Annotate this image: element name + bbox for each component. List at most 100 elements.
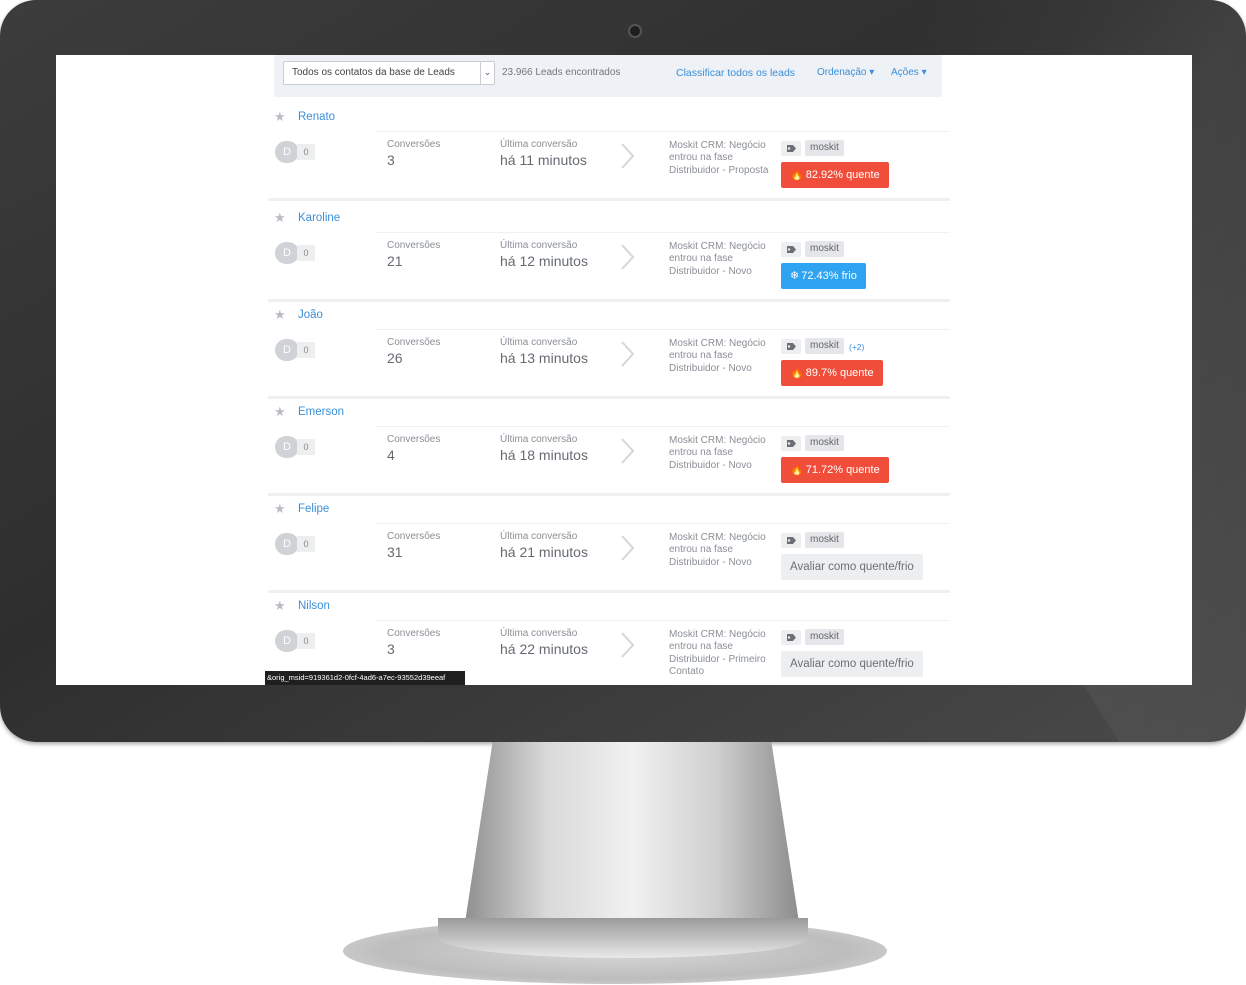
temperature-label: 71.72% quente <box>805 464 880 476</box>
conversions-label: Conversões <box>387 139 441 150</box>
tag-badge[interactable]: moskit <box>805 338 844 354</box>
tag-badge[interactable]: moskit <box>805 532 844 548</box>
tag-badge[interactable]: moskit <box>805 140 844 156</box>
row-divider <box>376 232 950 233</box>
actions-dropdown[interactable]: Ações ▾ <box>891 67 927 78</box>
lead-score: D 0 <box>275 141 315 163</box>
conversions-value: 26 <box>387 350 403 366</box>
row-divider <box>376 426 950 427</box>
tag-badge[interactable]: moskit <box>805 435 844 451</box>
filter-select[interactable]: Todos os contatos da base de Leads ⌄ <box>283 61 495 85</box>
last-conversion-value: há 18 minutos <box>500 447 588 463</box>
star-icon[interactable]: ★ <box>274 404 286 420</box>
conversions-value: 31 <box>387 544 403 560</box>
conversions-value: 3 <box>387 641 395 657</box>
tag-extra-count[interactable]: (+2) <box>849 342 864 352</box>
leads-toolbar: Todos os contatos da base de Leads ⌄ 23.… <box>274 55 942 97</box>
tag-icon <box>781 630 801 645</box>
temperature-label: 72.43% frio <box>801 270 857 282</box>
temperature-button[interactable]: ❄ 72.43% frio <box>781 263 866 289</box>
temperature-button[interactable]: Avaliar como quente/frio <box>781 554 923 580</box>
last-conversion-value: há 12 minutos <box>500 253 588 269</box>
star-icon[interactable]: ★ <box>274 501 286 517</box>
lead-name-link[interactable]: Emerson <box>298 406 344 418</box>
last-conversion-label: Última conversão <box>500 337 578 348</box>
temperature-button[interactable]: 🔥 71.72% quente <box>781 457 889 483</box>
tag-badge[interactable]: moskit <box>805 241 844 257</box>
camera-icon <box>628 24 642 38</box>
lead-header: ★ Renato <box>268 104 950 132</box>
chevron-down-icon: ⌄ <box>480 62 494 84</box>
star-icon[interactable]: ★ <box>274 109 286 125</box>
ordering-dropdown[interactable]: Ordenação ▾ <box>817 67 874 78</box>
star-icon[interactable]: ★ <box>274 307 286 323</box>
row-divider <box>376 131 950 132</box>
avatar: D <box>275 436 299 458</box>
score-value: 0 <box>297 245 315 261</box>
avatar: D <box>275 141 299 163</box>
tag-icon <box>781 436 801 451</box>
lead-row: ★ Karoline D 0 Conversões 21 Última conv… <box>268 205 950 302</box>
temperature-button[interactable]: Avaliar como quente/frio <box>781 651 923 677</box>
conversions-label: Conversões <box>387 628 441 639</box>
chevron-right-icon <box>621 244 635 270</box>
avatar: D <box>275 533 299 555</box>
classify-all-link[interactable]: Classificar todos os leads <box>676 67 795 79</box>
last-conversion-label: Última conversão <box>500 628 578 639</box>
crm-stage-text: Moskit CRM: Negócio entrou na fase Distr… <box>669 140 769 176</box>
lead-score: D 0 <box>275 533 315 555</box>
crm-stage-text: Moskit CRM: Negócio entrou na fase Distr… <box>669 241 766 277</box>
conversions-label: Conversões <box>387 337 441 348</box>
tag-icon <box>781 339 801 354</box>
conversions-label: Conversões <box>387 240 441 251</box>
star-icon[interactable]: ★ <box>274 598 286 614</box>
temperature-label: Avaliar como quente/frio <box>790 658 914 670</box>
tag-icon <box>781 242 801 257</box>
crm-stage-text: Moskit CRM: Negócio entrou na fase Distr… <box>669 338 766 374</box>
filter-select-value: Todos os contatos da base de Leads <box>292 67 455 78</box>
temperature-label: 82.92% quente <box>805 169 880 181</box>
temperature-label: 89.7% quente <box>805 367 874 379</box>
lead-row: ★ Felipe D 0 Conversões 31 Última conver… <box>268 496 950 593</box>
temperature-button[interactable]: 🔥 89.7% quente <box>781 360 883 386</box>
last-conversion-label: Última conversão <box>500 240 578 251</box>
avatar: D <box>275 339 299 361</box>
lead-name-link[interactable]: Nilson <box>298 600 330 612</box>
conversions-label: Conversões <box>387 434 441 445</box>
row-divider <box>376 620 950 621</box>
lead-header: ★ Karoline <box>268 205 950 233</box>
last-conversion-value: há 13 minutos <box>500 350 588 366</box>
chevron-right-icon <box>621 341 635 367</box>
lead-row: ★ João D 0 Conversões 26 Última conversã… <box>268 302 950 399</box>
chevron-right-icon <box>621 143 635 169</box>
lead-score: D 0 <box>275 630 315 652</box>
temperature-button[interactable]: 🔥 82.92% quente <box>781 162 889 188</box>
lead-name-link[interactable]: Karoline <box>298 212 340 224</box>
lead-name-link[interactable]: João <box>298 309 323 321</box>
browser-status-url: &orig_msid=919361d2-0fcf-4ad6-a7ec-93552… <box>265 671 465 685</box>
last-conversion-label: Última conversão <box>500 434 578 445</box>
last-conversion-value: há 11 minutos <box>500 152 587 168</box>
flame-icon: 🔥 <box>790 367 804 379</box>
last-conversion-value: há 21 minutos <box>500 544 588 560</box>
monitor-base-top <box>438 918 808 958</box>
score-value: 0 <box>297 536 315 552</box>
tag-badge[interactable]: moskit <box>805 629 844 645</box>
chevron-right-icon <box>621 535 635 561</box>
star-icon[interactable]: ★ <box>274 210 286 226</box>
avatar: D <box>275 630 299 652</box>
lead-score: D 0 <box>275 436 315 458</box>
last-conversion-value: há 22 minutos <box>500 641 588 657</box>
lead-name-link[interactable]: Felipe <box>298 503 329 515</box>
lead-name-link[interactable]: Renato <box>298 111 335 123</box>
tag-icon <box>781 533 801 548</box>
score-value: 0 <box>297 439 315 455</box>
flame-icon: 🔥 <box>790 169 804 181</box>
screen: Todos os contatos da base de Leads ⌄ 23.… <box>56 55 1192 685</box>
monitor-stand <box>462 742 802 942</box>
conversions-value: 21 <box>387 253 403 269</box>
snowflake-icon: ❄ <box>790 270 800 282</box>
score-value: 0 <box>297 342 315 358</box>
last-conversion-label: Última conversão <box>500 531 578 542</box>
temperature-label: Avaliar como quente/frio <box>790 561 914 573</box>
